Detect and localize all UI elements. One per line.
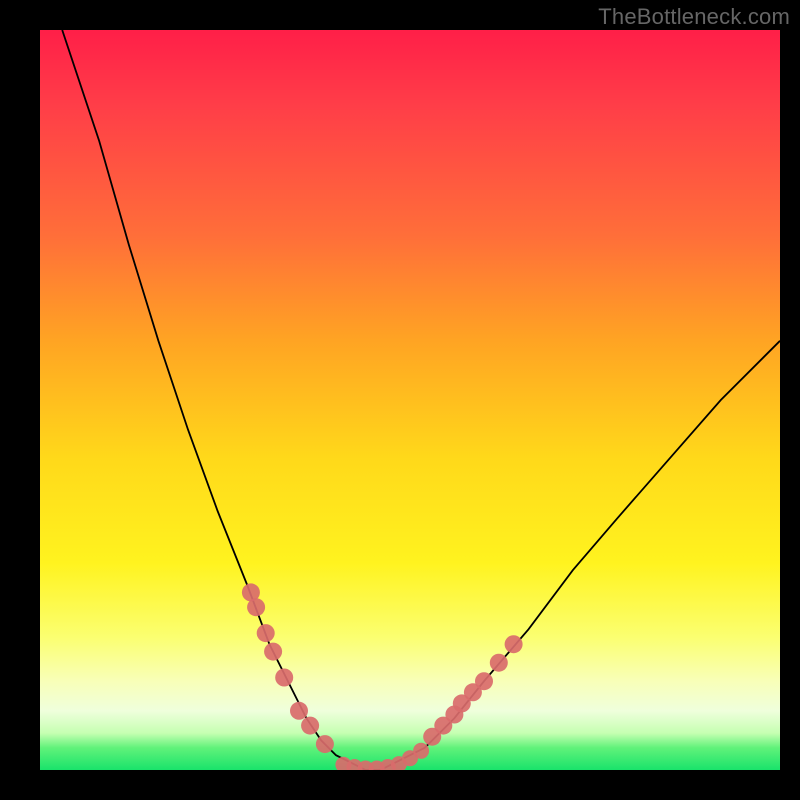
bead: [490, 654, 508, 672]
bead: [264, 643, 282, 661]
bead: [316, 735, 334, 753]
chart-frame: TheBottleneck.com: [0, 0, 800, 800]
bead: [257, 624, 275, 642]
bottleneck-curve: [62, 30, 780, 770]
watermark-text: TheBottleneck.com: [598, 4, 790, 30]
bead: [505, 635, 523, 653]
bead: [413, 743, 429, 759]
bead: [475, 672, 493, 690]
data-beads: [242, 583, 523, 770]
plot-area: [40, 30, 780, 770]
chart-overlay: [40, 30, 780, 770]
bead: [275, 669, 293, 687]
bead: [247, 598, 265, 616]
bead: [301, 717, 319, 735]
bead: [290, 702, 308, 720]
